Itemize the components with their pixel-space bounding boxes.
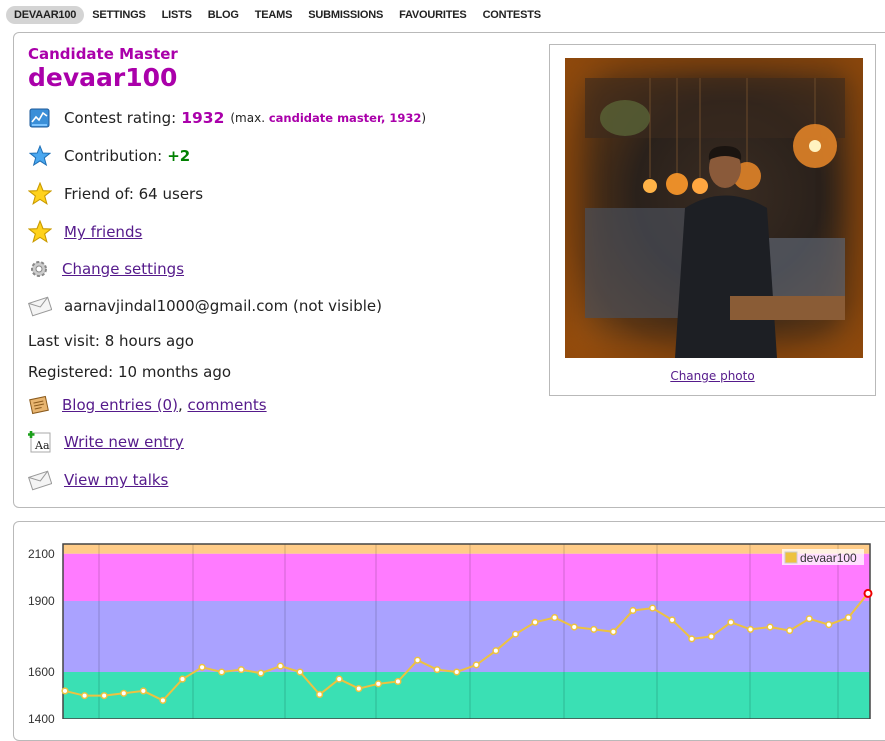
nav-devaar100[interactable]: DEVAAR100 [6, 6, 85, 24]
max-rank: candidate master, 1932 [268, 111, 422, 125]
blog-entries-link[interactable]: Blog entries (0) [62, 396, 178, 414]
gear-icon [28, 257, 50, 281]
avatar-panel: Change photo [549, 44, 876, 396]
write-entry-link[interactable]: Write new entry [64, 433, 184, 451]
y-tick-label: 1600 [28, 665, 55, 679]
max-prefix: (max. [230, 111, 266, 125]
contribution-value: +2 [167, 147, 191, 165]
friend-of-text: Friend of: 64 users [64, 185, 204, 203]
talks-row: View my talks [28, 468, 168, 492]
rating-row: Contest rating: 1932 (max. candidate mas… [28, 106, 426, 130]
contribution-row: Contribution: +2 [28, 144, 190, 168]
rating-label: Contest rating: [64, 109, 177, 127]
rating-value: 1932 [181, 109, 225, 127]
blog-book-icon [28, 393, 50, 417]
nav-blog[interactable]: BLOG [200, 6, 247, 24]
avatar [565, 58, 863, 358]
my-friends-row: My friends [28, 220, 142, 244]
y-tick-label: 1900 [28, 594, 55, 608]
nav-settings[interactable]: SETTINGS [84, 6, 153, 24]
last-visit: Last visit: 8 hours ago [28, 332, 194, 350]
envelope-icon [28, 294, 52, 318]
email-text: aarnavjindal1000@gmail.com (not visible) [64, 297, 382, 315]
comma: , [177, 396, 183, 414]
gold-star-icon [28, 182, 52, 206]
nav-submissions[interactable]: SUBMISSIONS [300, 6, 391, 24]
new-entry-icon: Aa [28, 430, 52, 454]
y-tick-label: 2100 [28, 546, 55, 561]
view-talks-link[interactable]: View my talks [64, 471, 168, 489]
rating-graph-icon [28, 106, 52, 130]
nav-lists[interactable]: LISTS [154, 6, 200, 24]
max-suffix: ) [421, 111, 427, 125]
blue-star-icon [28, 144, 52, 168]
contribution-label: Contribution: [64, 147, 163, 165]
max-rating-info: (max. candidate master, 1932) [230, 111, 426, 125]
top-nav: DEVAAR100 SETTINGS LISTS BLOG TEAMS SUBMISSIO… [6, 4, 549, 26]
change-photo-link[interactable]: Change photo [670, 369, 754, 383]
rating-chart-panel [13, 521, 885, 741]
svg-text:Aa: Aa [34, 439, 50, 452]
friend-of-row: Friend of: 64 users [28, 182, 203, 206]
envelope-icon [28, 468, 52, 492]
settings-row: Change settings [28, 257, 184, 281]
change-settings-link[interactable]: Change settings [62, 260, 184, 278]
comments-link[interactable]: comments [188, 396, 267, 414]
registered: Registered: 10 months ago [28, 363, 232, 381]
user-rank: Candidate Master [28, 45, 178, 63]
write-entry-row: Aa Write new entry [28, 430, 184, 454]
nav-teams[interactable]: TEAMS [247, 6, 301, 24]
email-row: aarnavjindal1000@gmail.com (not visible) [28, 294, 382, 318]
nav-favourites[interactable]: FAVOURITES [391, 6, 474, 24]
y-tick-label: 1400 [28, 712, 55, 727]
user-handle: devaar100 [28, 63, 178, 92]
nav-contests[interactable]: CONTESTS [475, 6, 549, 24]
gold-star-icon [28, 220, 52, 244]
my-friends-link[interactable]: My friends [64, 223, 142, 241]
blog-row: Blog entries (0), comments [28, 393, 267, 417]
